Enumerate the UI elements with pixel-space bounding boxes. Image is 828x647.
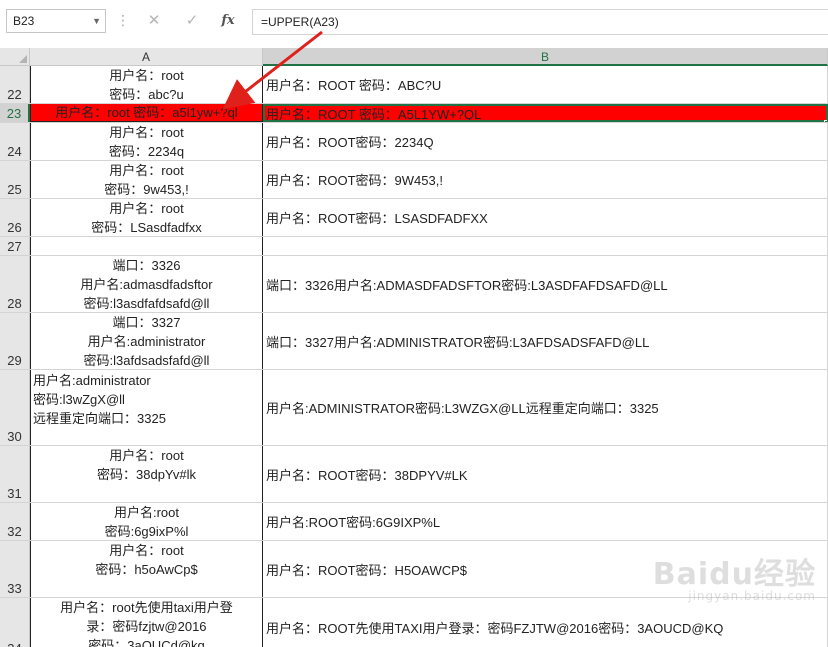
cell-b23-value: 用户名：ROOT 密码：A5L1YW+?QL xyxy=(266,106,482,122)
cell-b32[interactable]: 用户名:ROOT密码:6G9IXP%L xyxy=(263,503,828,540)
table-row: 26 用户名：root 密码：LSasdfadfxx 用户名：ROOT密码：LS… xyxy=(0,199,828,237)
row-header[interactable]: 22 xyxy=(0,66,30,103)
cell-a28[interactable]: 端口：3326 用户名:admasdfadsftor 密码:l3asdfafds… xyxy=(30,256,263,312)
formula-bar: B23 ▼ ⋮ ✕ ✓ fx =UPPER(A23) xyxy=(0,0,828,42)
row-header[interactable]: 28 xyxy=(0,256,30,312)
cell-a26[interactable]: 用户名：root 密码：LSasdfadfxx xyxy=(30,199,263,236)
table-row: 25 用户名：root 密码：9w453,! 用户名：ROOT密码：9W453,… xyxy=(0,161,828,199)
name-box-value: B23 xyxy=(13,14,35,28)
cell-b31[interactable]: 用户名：ROOT密码：38DPYV#LK xyxy=(263,446,828,502)
cancel-icon[interactable]: ✕ xyxy=(143,10,165,32)
row-header[interactable]: 24 xyxy=(0,123,30,160)
row-header[interactable]: 25 xyxy=(0,161,30,198)
row-header[interactable]: 34 xyxy=(0,598,30,647)
cell-b22[interactable]: 用户名：ROOT 密码：ABC?U xyxy=(263,66,828,103)
cell-b29[interactable]: 端口：3327用户名:ADMINISTRATOR密码:L3AFDSADSFAFD… xyxy=(263,313,828,369)
cell-a30[interactable]: 用户名:administrator 密码:l3wZgX@ll 远程重定向端口：3… xyxy=(30,370,263,445)
row-header[interactable]: 29 xyxy=(0,313,30,369)
chevron-down-icon[interactable]: ▼ xyxy=(92,10,101,32)
cell-b23-selected[interactable]: 用户名：ROOT 密码：A5L1YW+?QL xyxy=(263,104,828,122)
table-row: 28 端口：3326 用户名:admasdfadsftor 密码:l3asdfa… xyxy=(0,256,828,313)
cell-a33[interactable]: 用户名：root 密码：h5oAwCp$ xyxy=(30,541,263,597)
watermark-brand: Baidu经验 xyxy=(652,557,816,592)
row-header[interactable]: 32 xyxy=(0,503,30,540)
cell-b26[interactable]: 用户名：ROOT密码：LSASDFADFXX xyxy=(263,199,828,236)
row-header[interactable]: 27 xyxy=(0,237,30,255)
cell-b28[interactable]: 端口：3326用户名:ADMASDFADSFTOR密码:L3ASDFAFDSAF… xyxy=(263,256,828,312)
table-row: 29 端口：3327 用户名:administrator 密码:l3afdsad… xyxy=(0,313,828,370)
baidu-watermark-logo: Baidu经验 jingyan.baidu.com xyxy=(653,549,816,603)
cell-a27[interactable] xyxy=(30,237,263,255)
cell-a25[interactable]: 用户名：root 密码：9w453,! xyxy=(30,161,263,198)
table-row: 34 用户名：root先使用taxi用户登 录：密码fzjtw@2016 密码：… xyxy=(0,598,828,647)
table-row: 32 用户名:root 密码:6g9ixP%l 用户名:ROOT密码:6G9IX… xyxy=(0,503,828,541)
cell-a24[interactable]: 用户名：root 密码：2234q xyxy=(30,123,263,160)
cell-a29[interactable]: 端口：3327 用户名:administrator 密码:l3afdsadsfa… xyxy=(30,313,263,369)
cell-b34[interactable]: 用户名：ROOT先使用TAXI用户登录：密码FZJTW@2016密码：3AOUC… xyxy=(263,598,828,647)
row-header[interactable]: 33 xyxy=(0,541,30,597)
table-row: 30 用户名:administrator 密码:l3wZgX@ll 远程重定向端… xyxy=(0,370,828,446)
cell-b27[interactable] xyxy=(263,237,828,255)
table-row: 24 用户名：root 密码：2234q 用户名：ROOT密码：2234Q xyxy=(0,123,828,161)
column-header-a[interactable]: A xyxy=(30,48,263,66)
insert-function-icon[interactable]: fx xyxy=(217,10,239,32)
row-header[interactable]: 30 xyxy=(0,370,30,445)
formula-input[interactable]: =UPPER(A23) xyxy=(252,9,828,35)
column-header-b[interactable]: B xyxy=(263,48,828,66)
row-header[interactable]: 23 xyxy=(0,104,30,122)
table-row: 31 用户名：root 密码：38dpYv#lk 用户名：ROOT密码：38DP… xyxy=(0,446,828,503)
row-header[interactable]: 26 xyxy=(0,199,30,236)
row-header[interactable]: 31 xyxy=(0,446,30,502)
formula-bar-grip-icon: ⋮ xyxy=(116,12,130,28)
cell-b30[interactable]: 用户名:ADMINISTRATOR密码:L3WZGX@LL远程重定向端口：332… xyxy=(263,370,828,445)
cell-a23[interactable]: 用户名：root 密码：a5l1yw+?ql xyxy=(30,104,263,122)
cell-a34[interactable]: 用户名：root先使用taxi用户登 录：密码fzjtw@2016 密码：3aO… xyxy=(30,598,263,647)
cell-a31[interactable]: 用户名：root 密码：38dpYv#lk xyxy=(30,446,263,502)
cell-b25[interactable]: 用户名：ROOT密码：9W453,! xyxy=(263,161,828,198)
cell-a32[interactable]: 用户名:root 密码:6g9ixP%l xyxy=(30,503,263,540)
table-row: 22 用户名：root 密码：abc?u 用户名：ROOT 密码：ABC?U xyxy=(0,66,828,104)
select-all-button[interactable] xyxy=(0,48,30,66)
fill-handle[interactable] xyxy=(824,120,827,122)
table-row: 23 用户名：root 密码：a5l1yw+?ql 用户名：ROOT 密码：A5… xyxy=(0,104,828,123)
cell-b24[interactable]: 用户名：ROOT密码：2234Q xyxy=(263,123,828,160)
name-box[interactable]: B23 ▼ xyxy=(6,9,106,33)
confirm-icon[interactable]: ✓ xyxy=(181,10,203,32)
table-row: 27 xyxy=(0,237,828,256)
cell-a22[interactable]: 用户名：root 密码：abc?u xyxy=(30,66,263,103)
